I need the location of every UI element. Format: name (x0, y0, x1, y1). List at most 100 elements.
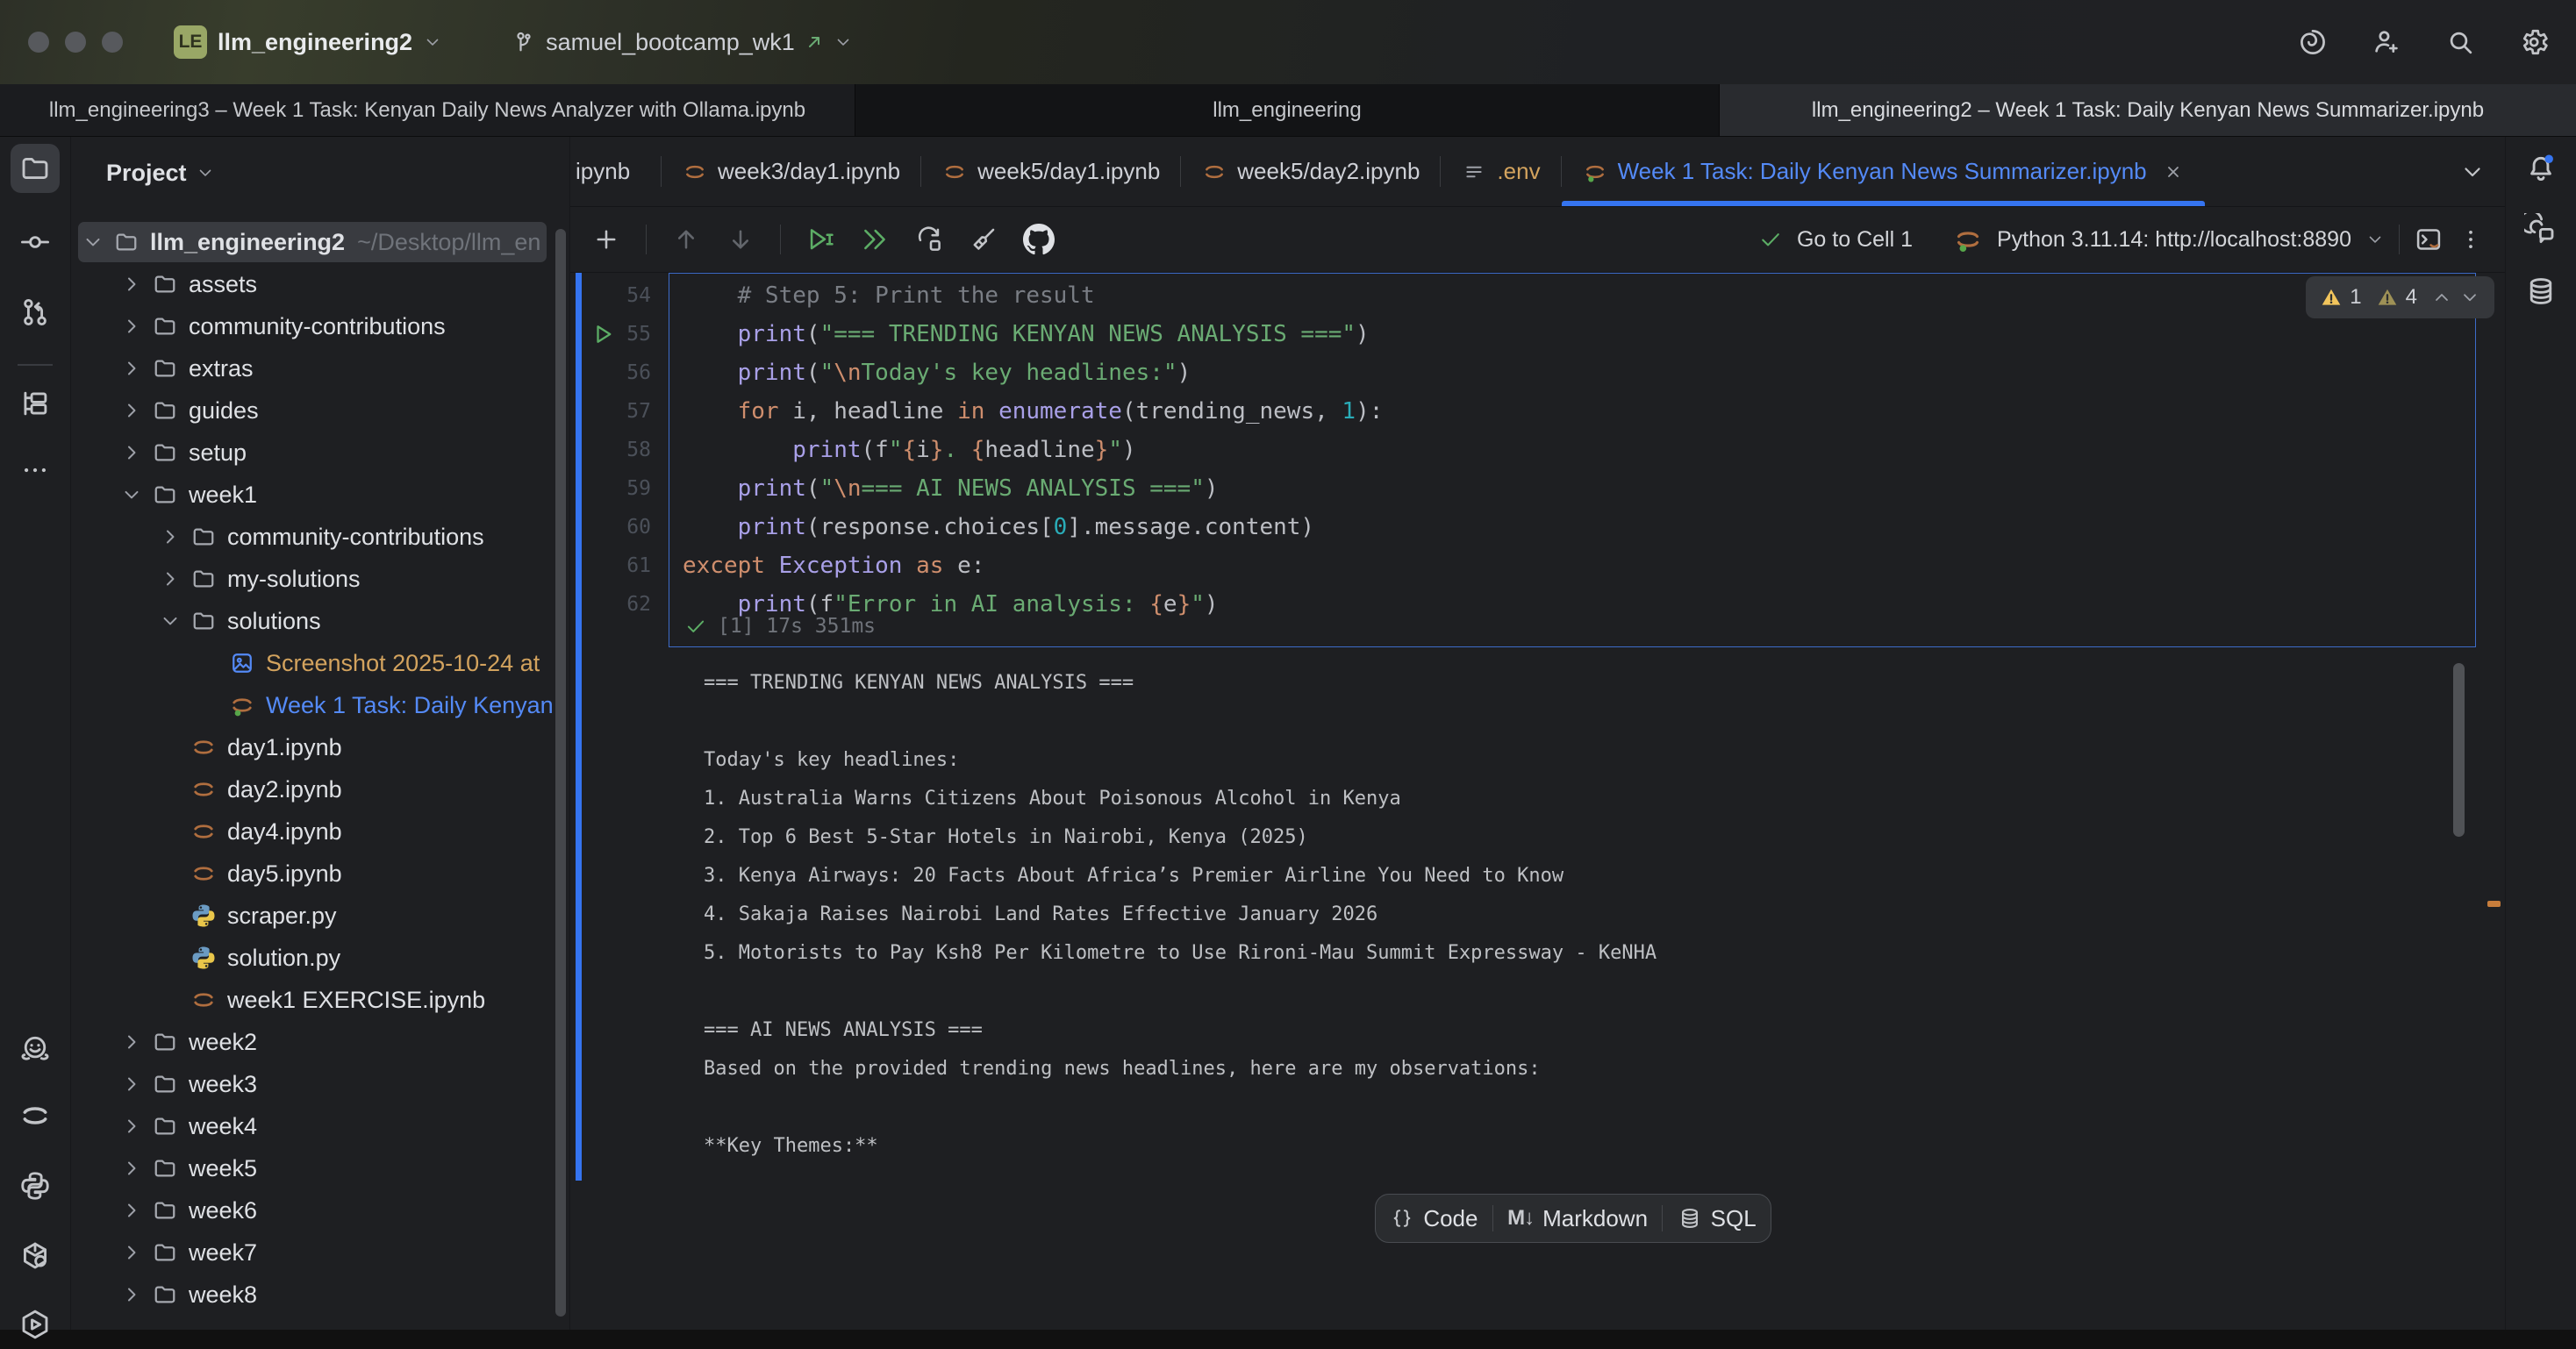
next-problem-icon[interactable] (2459, 287, 2480, 308)
tree-item-setup[interactable]: setup (71, 432, 569, 474)
chevron-open-icon[interactable] (115, 482, 148, 508)
github-icon[interactable] (1023, 224, 1055, 255)
editor-tab-week-1-task-daily-kenyan-news-summarizer-ipynb[interactable]: Week 1 Task: Daily Kenyan News Summarize… (1562, 137, 2205, 206)
git-branch-widget[interactable]: samuel_bootcamp_wk1 (511, 29, 853, 56)
tree-item-llm-engineering2[interactable]: llm_engineering2~/Desktop/llm_en (71, 221, 569, 263)
chevron-open-icon[interactable] (154, 608, 187, 634)
run-all-cells-icon[interactable] (860, 225, 890, 254)
chevron-closed-icon[interactable] (115, 271, 148, 297)
code-line-61[interactable]: except Exception as e: (683, 546, 1383, 585)
tree-item-solution-py[interactable]: solution.py (71, 937, 569, 979)
move-cell-down-icon[interactable] (726, 225, 755, 254)
editor-tab-week5-day2-ipynb[interactable]: week5/day2.ipynb (1181, 137, 1441, 206)
macos-traffic-lights[interactable] (28, 32, 123, 53)
tree-item-week5[interactable]: week5 (71, 1147, 569, 1189)
restart-kernel-icon[interactable] (914, 225, 944, 254)
code-line-55[interactable]: print("=== TRENDING KENYAN NEWS ANALYSIS… (683, 315, 1383, 353)
tree-item-week4[interactable]: week4 (71, 1105, 569, 1147)
add-markdown-cell-button[interactable]: M↓ Markdown (1507, 1205, 1648, 1232)
window-tab-llm-engineering3[interactable]: llm_engineering3 – Week 1 Task: Kenyan D… (0, 84, 855, 136)
kebab-menu-icon[interactable] (2458, 226, 2484, 253)
chevron-open-icon[interactable] (76, 229, 110, 255)
tree-item-screenshot-2025-10-24-at[interactable]: Screenshot 2025-10-24 at (71, 642, 569, 684)
move-cell-up-icon[interactable] (671, 225, 701, 254)
tree-item-extras[interactable]: extras (71, 347, 569, 389)
kernel-selector[interactable]: Python 3.11.14: http://localhost:8890 (1997, 227, 2351, 253)
ai-assistant-icon[interactable] (2297, 26, 2329, 58)
database-toolwindow-button[interactable] (2516, 267, 2565, 316)
notifications-button[interactable] (2516, 144, 2565, 193)
tree-item-solutions[interactable]: solutions (71, 600, 569, 642)
chevron-closed-icon[interactable] (115, 1029, 148, 1055)
tree-item-week3[interactable]: week3 (71, 1063, 569, 1105)
editor-tab-week3-day1-ipynb[interactable]: week3/day1.ipynb (662, 137, 921, 206)
add-cell-icon[interactable] (591, 225, 621, 254)
code-with-me-icon[interactable] (2371, 26, 2402, 58)
tree-item-week-1-task-daily-kenyan[interactable]: Week 1 Task: Daily Kenyan (71, 684, 569, 726)
output-scrollbar[interactable] (2453, 663, 2465, 837)
gutter-run-icon[interactable] (591, 321, 618, 347)
chevron-closed-icon[interactable] (115, 355, 148, 382)
editor-tab-env[interactable]: .env (1441, 137, 1561, 206)
tree-item-env[interactable]: .env (71, 1316, 569, 1330)
tree-item-week1-exercise-ipynb[interactable]: week1 EXERCISE.ipynb (71, 979, 569, 1021)
tree-item-guides[interactable]: guides (71, 389, 569, 432)
zoom-window-button[interactable] (102, 32, 123, 53)
chevron-closed-icon[interactable] (115, 1281, 148, 1308)
chevron-closed-icon[interactable] (115, 1071, 148, 1097)
code-line-58[interactable]: print(f"{i}. {headline}") (683, 431, 1383, 469)
services-toolwindow-button[interactable] (11, 1300, 60, 1349)
python-console-button[interactable] (11, 1161, 60, 1210)
close-window-button[interactable] (28, 32, 49, 53)
ai-chat-toolwindow-button[interactable] (2516, 205, 2565, 254)
code-line-60[interactable]: print(response.choices[0].message.conten… (683, 508, 1383, 546)
clear-outputs-icon[interactable] (969, 225, 998, 254)
tree-item-week8[interactable]: week8 (71, 1274, 569, 1316)
editor-tab-week5-day1-ipynb[interactable]: week5/day1.ipynb (921, 137, 1181, 206)
tree-item-week1[interactable]: week1 (71, 474, 569, 516)
project-panel-header[interactable]: Project (71, 137, 569, 209)
tree-item-community-contributions[interactable]: community-contributions (71, 516, 569, 558)
chevron-closed-icon[interactable] (154, 524, 187, 550)
chevron-down-icon[interactable] (2365, 230, 2385, 249)
code-editor[interactable]: # Step 5: Print the result print("=== TR… (683, 276, 1383, 624)
window-tab-llm-engineering[interactable]: llm_engineering (855, 84, 1720, 136)
close-icon[interactable] (2163, 161, 2184, 182)
tree-item-my-solutions[interactable]: my-solutions (71, 558, 569, 600)
jupyter-console-icon[interactable] (2414, 225, 2444, 254)
tree-item-scraper-py[interactable]: scraper.py (71, 895, 569, 937)
settings-gear-icon[interactable] (2518, 26, 2550, 58)
project-toolwindow-button[interactable] (11, 144, 60, 193)
huggingface-toolwindow-button[interactable] (11, 1024, 60, 1074)
python-packages-button[interactable] (11, 1231, 60, 1281)
chevron-closed-icon[interactable] (115, 1155, 148, 1181)
chevron-closed-icon[interactable] (115, 439, 148, 466)
tree-item-day4-ipynb[interactable]: day4.ipynb (71, 810, 569, 853)
chevron-closed-icon[interactable] (115, 1239, 148, 1266)
search-everywhere-icon[interactable] (2444, 26, 2476, 58)
structure-toolwindow-button[interactable] (11, 379, 60, 428)
add-sql-cell-button[interactable]: SQL (1678, 1205, 1757, 1232)
tree-item-week7[interactable]: week7 (71, 1231, 569, 1274)
tree-item-week6[interactable]: week6 (71, 1189, 569, 1231)
chevron-closed-icon[interactable] (115, 1113, 148, 1139)
run-cell-icon[interactable] (805, 225, 835, 254)
code-line-56[interactable]: print("\nToday's key headlines:") (683, 353, 1383, 392)
inspections-widget[interactable]: 1 4 (2306, 276, 2494, 318)
pull-requests-toolwindow-button[interactable] (11, 288, 60, 337)
tree-item-day5-ipynb[interactable]: day5.ipynb (71, 853, 569, 895)
more-toolwindows-button[interactable] (11, 446, 60, 495)
tree-item-assets[interactable]: assets (71, 263, 569, 305)
project-widget[interactable]: LE llm_engineering2 (174, 25, 442, 59)
chevron-closed-icon[interactable] (115, 1197, 148, 1224)
chevron-closed-icon[interactable] (115, 397, 148, 424)
prev-problem-icon[interactable] (2431, 287, 2452, 308)
error-stripe-mark[interactable] (2487, 901, 2501, 907)
add-code-cell-button[interactable]: Code (1390, 1205, 1478, 1232)
goto-cell-link[interactable]: Go to Cell 1 (1797, 227, 1913, 253)
minimize-window-button[interactable] (65, 32, 86, 53)
jupyter-toolwindow-button[interactable] (11, 1091, 60, 1140)
code-line-59[interactable]: print("\n=== AI NEWS ANALYSIS ===") (683, 469, 1383, 508)
code-line-57[interactable]: for i, headline in enumerate(trending_ne… (683, 392, 1383, 431)
chevron-closed-icon[interactable] (115, 313, 148, 339)
